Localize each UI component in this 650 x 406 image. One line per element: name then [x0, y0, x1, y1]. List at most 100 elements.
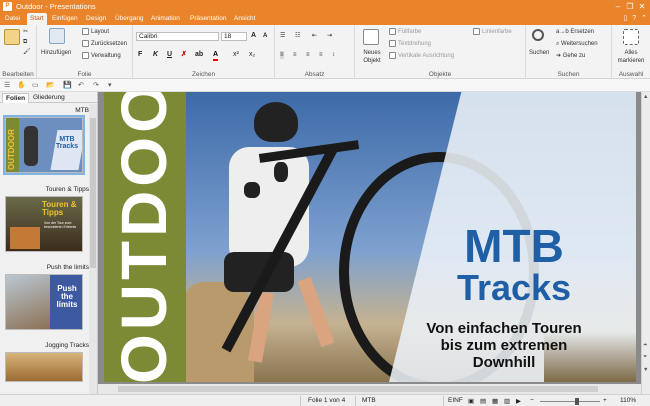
- tab-uebergang[interactable]: Übergang: [112, 13, 147, 25]
- format-painter-icon[interactable]: 🖌: [23, 48, 31, 56]
- copy-icon[interactable]: ⧉: [23, 38, 27, 46]
- slide-thumb-2[interactable]: Touren & Tipps Von der Tour zum besonder…: [5, 196, 83, 252]
- sorter-view-icon[interactable]: ▦: [492, 397, 498, 405]
- decrease-indent-icon[interactable]: ⇤: [312, 32, 317, 40]
- cut-icon[interactable]: ✂: [23, 28, 28, 36]
- line-spacing-icon[interactable]: ↕: [332, 51, 335, 59]
- menu-icon[interactable]: ☰: [4, 81, 10, 89]
- slide-1[interactable]: OUTDOOR MTB Tracks Von einfachen Touren …: [104, 92, 636, 382]
- hand-icon[interactable]: ✋: [17, 81, 26, 89]
- redo-icon[interactable]: ↷: [93, 81, 99, 89]
- normal-view-icon[interactable]: ▣: [468, 397, 474, 405]
- panel-scrollbar[interactable]: [89, 104, 97, 394]
- horizontal-scroll-thumb[interactable]: [118, 386, 598, 392]
- tab-design[interactable]: Design: [83, 13, 109, 25]
- slide-title-line1[interactable]: MTB: [414, 223, 614, 269]
- vertical-scrollbar[interactable]: ▲ ⏶ ⏷ ▼: [641, 92, 650, 394]
- open-file-icon[interactable]: 📂: [46, 81, 55, 89]
- select-all-button[interactable]: Alles markieren: [614, 49, 648, 65]
- bullets-icon[interactable]: ☰: [280, 32, 285, 40]
- grow-font-icon[interactable]: A: [251, 32, 256, 40]
- presentation-view-icon[interactable]: ▶: [516, 397, 521, 405]
- align-center-icon[interactable]: ≡: [293, 51, 297, 59]
- tab-start[interactable]: Start: [27, 13, 47, 25]
- search-icon[interactable]: [532, 29, 544, 41]
- align-left-icon[interactable]: ≡: [280, 51, 284, 59]
- paste-icon[interactable]: [4, 29, 20, 45]
- zoom-in-icon[interactable]: +: [603, 397, 607, 404]
- zoom-level[interactable]: 110%: [620, 397, 636, 404]
- fill-color-label: Füllfarbe: [398, 29, 422, 36]
- highlight-icon[interactable]: ab: [195, 51, 203, 59]
- increase-indent-icon[interactable]: ⇥: [327, 32, 332, 40]
- scroll-down-icon[interactable]: ▼: [643, 367, 648, 373]
- group-label-suchen: Suchen: [557, 71, 580, 78]
- page-up-icon[interactable]: ⏶: [643, 342, 647, 349]
- tab-datei[interactable]: Datei: [2, 13, 23, 25]
- more-icon[interactable]: ▾: [108, 81, 112, 89]
- scroll-up-icon[interactable]: ▲: [643, 94, 648, 100]
- side-title: OUTDOOR: [108, 92, 180, 382]
- help-icon[interactable]: ?: [632, 13, 636, 25]
- close-icon[interactable]: ✕: [636, 1, 648, 12]
- pin-icon[interactable]: ▯: [623, 13, 627, 25]
- slide-title-line2[interactable]: Tracks: [414, 270, 614, 306]
- add-slide-icon[interactable]: [49, 28, 65, 44]
- bold-icon[interactable]: F: [138, 51, 142, 59]
- new-file-icon[interactable]: ▭: [32, 81, 39, 89]
- slide-thumb-1[interactable]: OUTDOOR MTB Tracks: [3, 115, 85, 175]
- goto-button[interactable]: ➔ Gehe zu: [556, 52, 585, 60]
- subscript-icon[interactable]: x₂: [249, 51, 255, 59]
- text-rotation-icon: [389, 40, 396, 47]
- new-object-icon[interactable]: [363, 29, 379, 45]
- save-icon[interactable]: 💾: [63, 81, 72, 89]
- underline-icon[interactable]: U: [167, 51, 172, 59]
- font-size-field[interactable]: 18: [221, 32, 247, 41]
- tab-einfuegen[interactable]: Einfügen: [49, 13, 81, 25]
- find-next-button[interactable]: ⌕ Weitersuchen: [556, 40, 598, 48]
- tab-praesentation[interactable]: Präsentation: [187, 13, 230, 25]
- restore-icon[interactable]: ❐: [624, 1, 636, 12]
- panel-scroll-thumb[interactable]: [90, 118, 96, 268]
- shrink-font-icon[interactable]: A: [263, 32, 267, 40]
- justify-icon[interactable]: ≡: [319, 51, 323, 59]
- align-right-icon[interactable]: ≡: [306, 51, 310, 59]
- tab-ansicht[interactable]: Ansicht: [231, 13, 258, 25]
- thumb-1-title: OUTDOOR: [7, 129, 16, 170]
- select-all-icon[interactable]: [623, 29, 639, 45]
- collapse-ribbon-icon[interactable]: ⌃: [641, 13, 647, 25]
- notes-view-icon[interactable]: ▥: [504, 397, 510, 405]
- clear-format-icon[interactable]: ✗: [181, 51, 187, 59]
- add-slide-button[interactable]: Hinzufügen: [41, 49, 71, 57]
- tab-animation[interactable]: Animation: [148, 13, 183, 25]
- slide-thumb-3[interactable]: Push the limits: [5, 274, 83, 330]
- numbering-icon[interactable]: ☷: [295, 32, 300, 40]
- zoom-slider[interactable]: [540, 401, 600, 402]
- group-label-folie: Folie: [77, 71, 92, 78]
- slide-counter: Folie 1 von 4: [308, 397, 346, 404]
- italic-icon[interactable]: K: [153, 51, 158, 59]
- slides-panel: Folien Gliederung MTB OUTDOOR MTB Tracks…: [0, 92, 98, 394]
- horizontal-scrollbar[interactable]: [98, 384, 641, 394]
- quick-access-toolbar: ☰ ✋ ▭ 📂 💾 ↶ ↷ ▾: [0, 79, 650, 92]
- zoom-slider-handle[interactable]: [575, 398, 579, 405]
- replace-button[interactable]: a→b Ersetzen: [556, 28, 594, 36]
- new-object-button[interactable]: Neues Objekt: [359, 49, 385, 65]
- undo-icon[interactable]: ↶: [78, 81, 84, 89]
- tab-folien[interactable]: Folien: [2, 93, 30, 103]
- page-down-icon[interactable]: ⏷: [643, 354, 647, 361]
- outline-view-icon[interactable]: ▤: [480, 397, 486, 405]
- manage-button[interactable]: Verwaltung: [82, 52, 121, 60]
- slide-subtitle[interactable]: Von einfachen Touren bis zum extremen Do…: [374, 320, 634, 371]
- search-button[interactable]: Suchen: [529, 49, 549, 57]
- font-name-field[interactable]: Calibri: [136, 32, 219, 41]
- superscript-icon[interactable]: x²: [233, 51, 239, 59]
- tab-gliederung[interactable]: Gliederung: [30, 93, 68, 103]
- minimize-icon[interactable]: –: [612, 1, 624, 12]
- reset-button[interactable]: Zurücksetzen: [82, 40, 127, 48]
- slide-thumb-4[interactable]: [5, 352, 83, 382]
- group-folie: Hinzufügen Layout Zurücksetzen Verwaltun…: [37, 25, 133, 79]
- layout-button[interactable]: Layout: [82, 28, 109, 36]
- font-color-icon[interactable]: A: [213, 51, 219, 61]
- zoom-out-icon[interactable]: −: [530, 397, 534, 404]
